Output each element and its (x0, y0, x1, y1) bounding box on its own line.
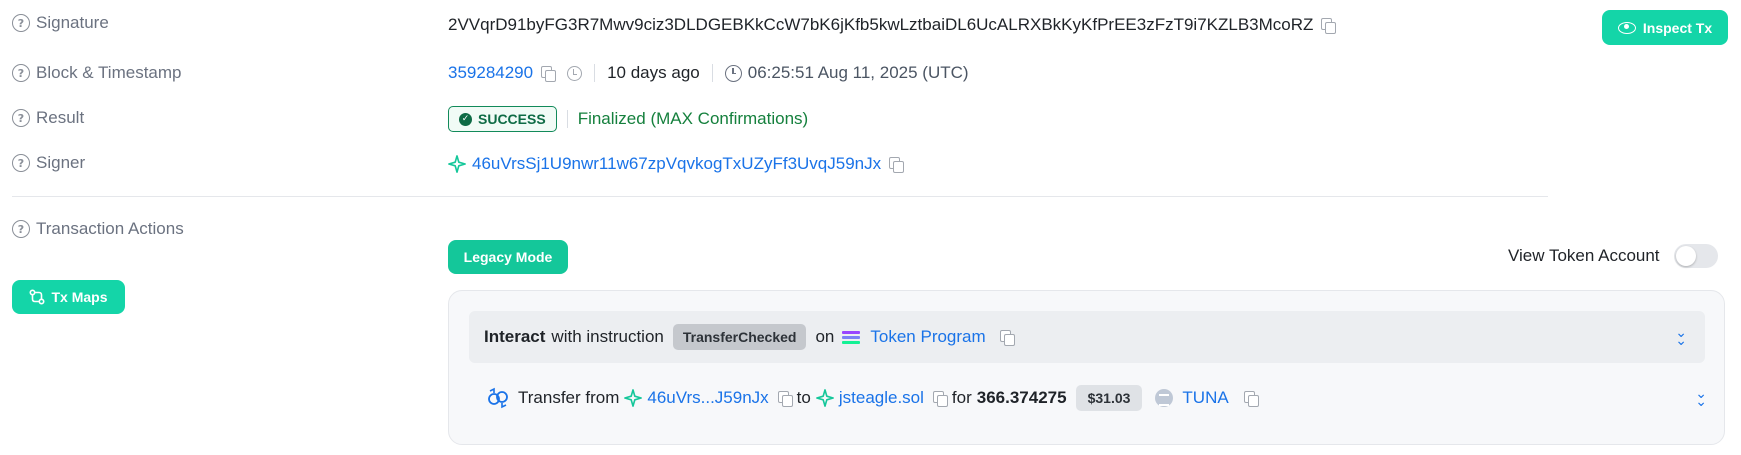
result-value-row: ✓ SUCCESS Finalized (MAX Confirmations) (448, 106, 808, 132)
view-token-account-control: View Token Account (1508, 244, 1718, 268)
clock-icon (724, 64, 742, 82)
divider (711, 64, 713, 82)
actions-label-row: ? Transaction Actions (12, 219, 184, 239)
signature-value: 2VVqrD91byFG3R7Mwv9ciz3DLDGEBKkCcW7bK6jK… (448, 15, 1314, 34)
help-icon[interactable]: ? (12, 109, 30, 127)
relative-time: 10 days ago (607, 63, 700, 82)
instruction-name-badge: TransferChecked (672, 324, 807, 350)
tx-maps-button[interactable]: Tx Maps (12, 280, 125, 314)
view-token-account-toggle[interactable] (1673, 244, 1718, 268)
chevron-down-icon[interactable]: ⌄ ⌄ (1675, 326, 1687, 348)
route-icon (29, 289, 45, 305)
solana-icon (842, 330, 861, 344)
actions-label: Transaction Actions (36, 219, 184, 238)
section-divider (12, 196, 1548, 197)
token-link[interactable]: TUNA (1182, 388, 1228, 408)
token-icon (1155, 389, 1174, 407)
transfer-icon (488, 387, 508, 409)
history-icon[interactable] (567, 65, 583, 81)
copy-icon[interactable] (541, 66, 557, 82)
finalized-status: Finalized (MAX Confirmations) (577, 109, 809, 128)
copy-icon[interactable] (932, 391, 948, 407)
help-icon[interactable]: ? (12, 14, 30, 32)
signer-label: Signer (36, 153, 86, 172)
for-text: for (951, 388, 972, 407)
copy-icon[interactable] (1321, 18, 1337, 34)
status-badge: ✓ SUCCESS (448, 106, 557, 132)
divider (594, 64, 596, 82)
signature-label-row: ? Signature (12, 13, 109, 33)
inspect-tx-button[interactable]: Inspect Tx (1602, 10, 1728, 45)
block-label-row: ? Block & Timestamp (12, 63, 182, 83)
instruction-with-text: with instruction (551, 327, 664, 346)
result-label: Result (36, 108, 85, 127)
instruction-row[interactable]: Interact with instruction TransferChecke… (469, 311, 1705, 363)
block-value-row: 359284290 10 days ago 06:25:51 Aug 11, 2… (448, 63, 969, 83)
sparkle-icon (815, 389, 834, 407)
transfer-amount: 366.374275 (976, 388, 1067, 407)
usd-value-badge: $31.03 (1075, 385, 1143, 411)
signature-value-row: 2VVqrD91byFG3R7Mwv9ciz3DLDGEBKkCcW7bK6jK… (448, 15, 1337, 35)
sparkle-icon (448, 155, 466, 173)
copy-icon[interactable] (889, 157, 905, 173)
status-badge-label: SUCCESS (478, 111, 546, 127)
signature-label: Signature (36, 13, 109, 32)
from-address-link[interactable]: 46uVrs...J59nJx (647, 388, 768, 408)
block-number-link[interactable]: 359284290 (448, 63, 533, 83)
signer-label-row: ? Signer (12, 153, 85, 173)
to-address-link[interactable]: jsteagle.sol (839, 388, 924, 408)
legacy-mode-button[interactable]: Legacy Mode (448, 240, 568, 274)
copy-icon[interactable] (999, 330, 1015, 346)
help-icon[interactable]: ? (12, 220, 30, 238)
eye-icon (1617, 21, 1636, 34)
timestamp: 06:25:51 Aug 11, 2025 (UTC) (747, 63, 969, 82)
instruction-verb: Interact (484, 327, 546, 346)
view-token-account-label: View Token Account (1508, 246, 1660, 265)
transfer-text: Transfer from (518, 388, 620, 407)
signer-address-link[interactable]: 46uVrsSj1U9nwr11w67zpVqvkogTxUZyFf3UvqJ5… (472, 154, 881, 174)
copy-icon[interactable] (777, 391, 793, 407)
tx-maps-label: Tx Maps (51, 289, 108, 305)
divider (566, 110, 568, 128)
help-icon[interactable]: ? (12, 154, 30, 172)
actions-panel: Interact with instruction TransferChecke… (448, 290, 1725, 445)
inspect-tx-label: Inspect Tx (1642, 19, 1713, 36)
sparkle-icon (624, 389, 643, 407)
instruction-on-text: on (815, 327, 835, 346)
transfer-row: Transfer from 46uVrs...J59nJx to jsteagl… (487, 381, 1707, 415)
block-label: Block & Timestamp (36, 63, 182, 82)
program-link[interactable]: Token Program (870, 327, 985, 347)
result-label-row: ? Result (12, 108, 84, 128)
signer-value-row: 46uVrsSj1U9nwr11w67zpVqvkogTxUZyFf3UvqJ5… (448, 154, 905, 174)
check-icon: ✓ (459, 112, 472, 126)
copy-icon[interactable] (1243, 391, 1259, 407)
help-icon[interactable]: ? (12, 64, 30, 82)
chevron-down-icon[interactable]: ⌄ ⌄ (1695, 387, 1707, 409)
to-text: to (796, 388, 811, 407)
